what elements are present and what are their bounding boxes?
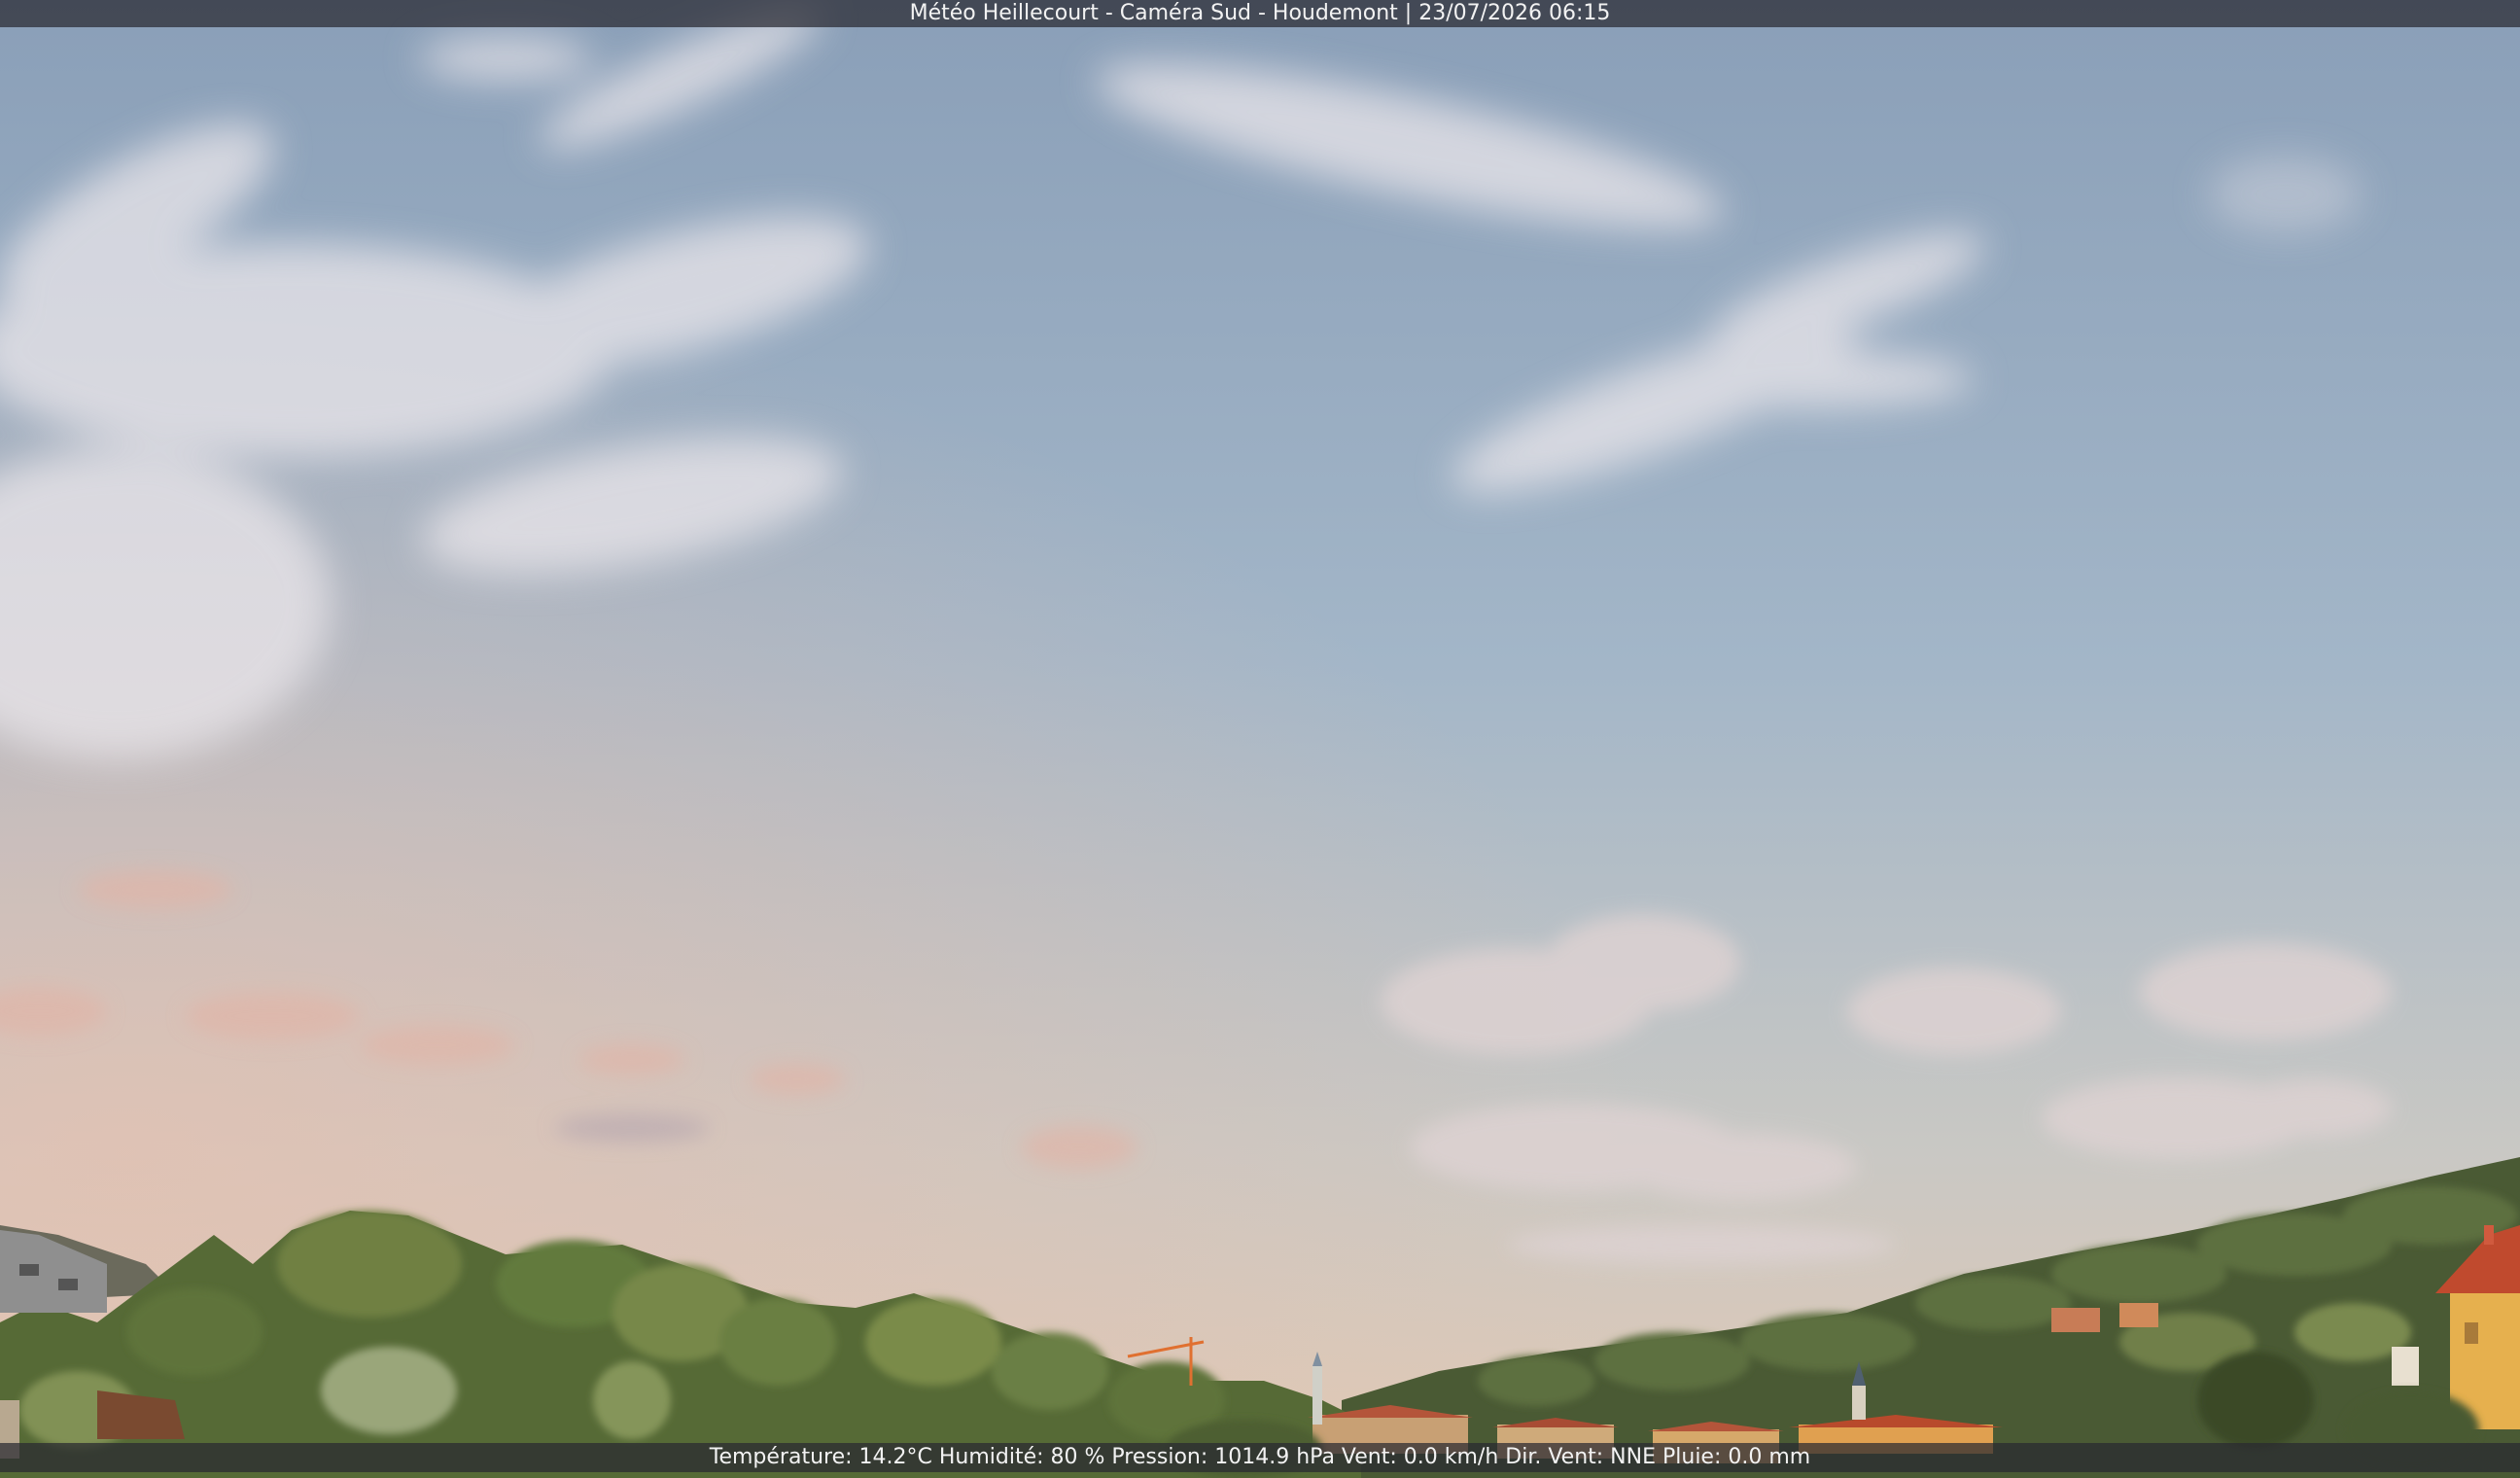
camera-title: Météo Heillecourt - Caméra Sud - Houdemo… bbox=[909, 1, 1611, 25]
camera-title-bar: Météo Heillecourt - Caméra Sud - Houdemo… bbox=[0, 0, 2520, 27]
weather-info-bar: Température: 14.2°C Humidité: 80 % Press… bbox=[0, 1443, 2520, 1472]
webcam-image bbox=[0, 0, 2520, 1478]
weather-readings: Température: 14.2°C Humidité: 80 % Press… bbox=[709, 1445, 1811, 1469]
